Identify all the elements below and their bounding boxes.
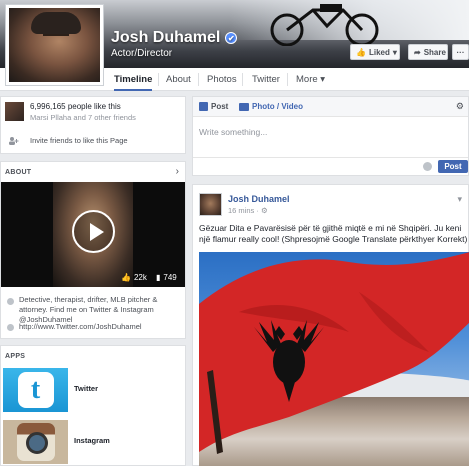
tab-twitter[interactable]: Twitter xyxy=(252,68,280,91)
video-likes: 👍 22k xyxy=(121,273,147,282)
link-icon xyxy=(7,324,14,331)
ellipsis-icon: ··· xyxy=(456,47,465,57)
tab-about[interactable]: About xyxy=(166,68,191,91)
post-author-avatar[interactable] xyxy=(199,193,222,216)
apps-card: APPS t Twitter Instagram xyxy=(0,345,186,466)
pencil-icon xyxy=(199,102,208,111)
nav-divider xyxy=(287,73,288,86)
composer-input[interactable]: Write something... xyxy=(199,127,267,137)
likes-count[interactable]: 6,996,165 people like this xyxy=(30,102,121,111)
invite-friends-icon xyxy=(9,137,19,145)
nav-divider xyxy=(242,73,243,86)
post-photo[interactable] xyxy=(199,252,469,466)
composer-tab-post[interactable]: Post xyxy=(199,102,228,111)
about-card: ABOUT › 👍 22k ▮ 749 Detective, therapist… xyxy=(0,161,186,339)
post-button[interactable]: Post xyxy=(438,160,468,173)
app-label: Twitter xyxy=(74,384,99,393)
tab-more-label: More xyxy=(296,74,318,85)
info-icon xyxy=(7,298,14,305)
post-timestamp[interactable]: 16 mins · ⚙ xyxy=(228,206,268,215)
about-bio: Detective, therapist, drifter, MLB pitch… xyxy=(19,295,158,324)
friend-avatar[interactable] xyxy=(5,102,24,121)
profile-photo xyxy=(9,8,100,82)
audience-icon: · ⚙ xyxy=(256,206,268,215)
video-comments: ▮ 749 xyxy=(156,273,177,282)
apps-title: APPS xyxy=(5,353,26,360)
play-icon[interactable] xyxy=(72,210,115,253)
composer-tab-post-label: Post xyxy=(211,102,229,111)
verified-check-icon: ✔ xyxy=(225,32,238,44)
chevron-down-icon[interactable]: ▾ xyxy=(457,194,462,205)
twitter-logo-icon: t xyxy=(3,368,68,412)
comment-icon: ▮ xyxy=(156,273,161,282)
more-options-button[interactable]: ··· xyxy=(452,44,469,60)
post-composer: Post Photo / Video ⚙ Write something... … xyxy=(192,96,469,176)
tab-timeline[interactable]: Timeline xyxy=(114,68,153,91)
website-link[interactable]: http://www.Twitter.com/JoshDuhamel xyxy=(19,322,142,331)
caret-down-icon: ▾ xyxy=(392,47,397,57)
tab-photos[interactable]: Photos xyxy=(207,68,237,91)
likes-card: 6,996,165 people like this Marsi Pllaha … xyxy=(0,96,186,154)
post-author[interactable]: Josh Duhamel xyxy=(228,194,290,204)
video-comments-count: 749 xyxy=(163,273,177,282)
thumbs-up-icon: 👍 xyxy=(356,47,366,57)
video-likes-count: 22k xyxy=(133,273,147,282)
friends-like-text[interactable]: Marsi Pllaha and 7 other friends xyxy=(30,113,136,122)
albanian-flag xyxy=(199,252,469,454)
liked-label: Liked xyxy=(368,47,390,57)
share-icon: ➦ xyxy=(414,47,421,57)
motorcycle-silhouette xyxy=(270,4,379,46)
about-title[interactable]: ABOUT xyxy=(5,169,31,176)
composer-tabs: Post Photo / Video ⚙ xyxy=(193,97,468,117)
gear-icon[interactable]: ⚙ xyxy=(456,101,464,112)
app-instagram[interactable]: Instagram xyxy=(1,418,185,466)
caret-down-icon: ▾ xyxy=(320,74,326,85)
instagram-logo-icon xyxy=(3,420,68,464)
composer-tab-photo[interactable]: Photo / Video xyxy=(239,102,303,111)
chevron-right-icon[interactable]: › xyxy=(176,166,179,177)
liked-button[interactable]: 👍 Liked ▾ xyxy=(350,44,400,60)
composer-footer: Post xyxy=(193,157,468,175)
thumbs-up-icon: 👍 xyxy=(121,273,131,282)
tab-more[interactable]: More ▾ xyxy=(296,68,325,91)
globe-icon[interactable] xyxy=(423,162,432,171)
page-name[interactable]: Josh Duhamel ✔ xyxy=(111,29,238,47)
profile-picture[interactable] xyxy=(5,4,104,86)
camera-icon xyxy=(239,102,249,111)
page-name-text[interactable]: Josh Duhamel xyxy=(111,29,220,47)
app-label: Instagram xyxy=(74,436,110,445)
post-text: Gëzuar Dita e Pavarësisë për të gjithë m… xyxy=(199,223,468,244)
post-time-text[interactable]: 16 mins xyxy=(228,206,254,215)
composer-tab-photo-label: Photo / Video xyxy=(252,102,303,111)
invite-friends-link[interactable]: Invite friends to like this Page xyxy=(30,136,128,145)
page-category: Actor/Director xyxy=(111,48,173,59)
timeline-post: Josh Duhamel 16 mins · ⚙ ▾ Gëzuar Dita e… xyxy=(192,184,469,466)
share-label: Share xyxy=(423,47,446,57)
nav-divider xyxy=(198,73,199,86)
app-twitter[interactable]: t Twitter xyxy=(1,366,185,414)
share-button[interactable]: ➦ Share xyxy=(408,44,448,60)
nav-divider xyxy=(158,73,159,86)
about-video[interactable]: 👍 22k ▮ 749 xyxy=(1,182,185,287)
